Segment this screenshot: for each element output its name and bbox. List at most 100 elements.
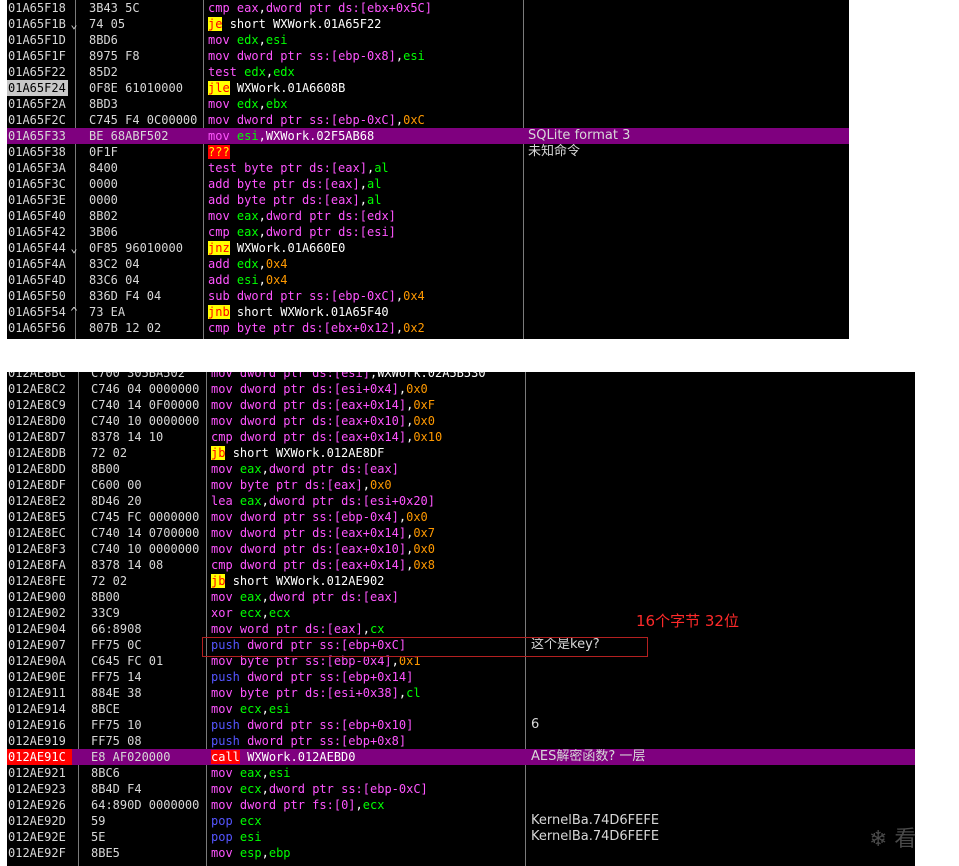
operand: ,	[359, 193, 367, 207]
disassembly-row[interactable]: 01A65F44 ⌄ 0F85 96010000 jnz WXWork.01A660E…	[7, 240, 849, 256]
disassembly-row[interactable]: 012AE8F3 C740 10 0000000 mov dword ptr ds:…	[7, 541, 915, 557]
mnemonic: call	[211, 750, 240, 764]
disassembly-row[interactable]: 01A65F56 807B 12 02 cmp byte ptr ds:[ebx+0…	[7, 320, 849, 336]
disassembly-row[interactable]: 01A65F3C 0000 add byte ptr ds:[eax],al	[7, 176, 849, 192]
disassembly-row[interactable]: 012AE900 8B00 mov eax,dword ptr ds:[eax]	[7, 589, 915, 605]
instruction-cell: je short WXWork.01A65F22	[208, 16, 524, 32]
disassembly-row[interactable]: 01A65F33 BE 68ABF502 mov esi,WXWork.02F5AB…	[7, 128, 849, 144]
jump-arrow-icon	[73, 685, 83, 701]
operand: dword ptr ds:[eax]	[268, 590, 399, 604]
disassembly-row[interactable]: 01A65F24 0F8E 61010000 jle WXWork.01A6608B	[7, 80, 849, 96]
disassembly-row[interactable]: 01A65F4D 83C6 04 add esi,0x4	[7, 272, 849, 288]
address-cell: 012AE902	[8, 606, 66, 620]
disassembly-row[interactable]: 012AE8FE 72 02 jb short WXWork.012AE902	[7, 573, 915, 589]
disassembly-row[interactable]: 012AE8E5 C745 FC 0000000 mov dword ptr ss:…	[7, 509, 915, 525]
disassembly-row[interactable]: 01A65F50 836D F4 04 sub dword ptr ss:[ebp-…	[7, 288, 849, 304]
comment-cell	[531, 797, 911, 813]
disassembly-row[interactable]: 012AE916 FF75 10 push dword ptr ss:[ebp+0x…	[7, 717, 915, 733]
disassembly-row[interactable]: 012AE923 8B4D F4 mov ecx,dword ptr ss:[ebp…	[7, 781, 915, 797]
jump-arrow-icon	[73, 701, 83, 717]
bytes-cell: FF75 08	[91, 734, 142, 748]
disassembly-row[interactable]: 012AE8BC C700 305BA502 mov dword ptr ds:[e…	[7, 372, 915, 381]
disassembly-row[interactable]: 012AE911 884E 38 mov byte ptr ds:[esi+0x38…	[7, 685, 915, 701]
disassembly-row[interactable]: 01A65F22 85D2 test edx,edx	[7, 64, 849, 80]
disassembly-row[interactable]: 012AE8FA 8378 14 08 cmp dword ptr ds:[eax+…	[7, 557, 915, 573]
bytes-cell: FF75 0C	[91, 638, 142, 652]
disassembly-row[interactable]: 01A65F42 3B06 cmp eax,dword ptr ds:[esi]	[7, 224, 849, 240]
disassembly-row[interactable]: 01A65F18 3B43 5C cmp eax,dword ptr ds:[ebx…	[7, 0, 849, 16]
operand: short WXWork.012AE8DF	[232, 446, 385, 460]
comment-cell	[528, 32, 848, 48]
instruction-cell: jle WXWork.01A6608B	[208, 80, 524, 96]
bytes-cell: 8B00	[91, 462, 120, 476]
disassembly-row[interactable]: 012AE8DF C600 00 mov byte ptr ds:[eax],0x0	[7, 477, 915, 493]
disassembly-row[interactable]: 012AE8C9 C740 14 0F00000 mov dword ptr ds:…	[7, 397, 915, 413]
disassembly-row[interactable]: 012AE919 FF75 08 push dword ptr ss:[ebp+0x…	[7, 733, 915, 749]
disassembly-row[interactable]: 012AE921 8BC6 mov eax,esi	[7, 765, 915, 781]
disassembly-row[interactable]: 01A65F54 ^ 73 EA jnb short WXWork.01A65F40	[7, 304, 849, 320]
address-cell: 01A65F42	[8, 225, 66, 239]
jump-arrow-icon	[73, 765, 83, 781]
operand: ,	[362, 622, 370, 636]
comment-cell	[531, 685, 911, 701]
operand: edx	[273, 65, 295, 79]
instruction-cell: test byte ptr ds:[eax],al	[208, 160, 524, 176]
operand: edx	[236, 257, 259, 271]
disassembly-row[interactable]: 01A65F4A 83C2 04 add edx,0x4	[7, 256, 849, 272]
disassembly-row[interactable]: 01A65F40 8B02 mov eax,dword ptr ds:[edx]	[7, 208, 849, 224]
mnemonic: mov	[211, 382, 233, 396]
disassembly-pane-top[interactable]: 01A65F18 3B43 5C cmp eax,dword ptr ds:[ebx…	[7, 0, 849, 339]
disassembly-row[interactable]: 012AE92F 8BE5 mov esp,ebp	[7, 845, 915, 861]
operand: dword ptr ds:[ebx+0x5C]	[265, 1, 433, 15]
disassembly-row[interactable]: 012AE8EC C740 14 0700000 mov dword ptr ds:…	[7, 525, 915, 541]
disassembly-row[interactable]: 012AE8DD 8B00 mov eax,dword ptr ds:[eax]	[7, 461, 915, 477]
disassembly-row[interactable]: 01A65F38 0F1F??? 未知命令	[7, 144, 849, 160]
jump-arrow-icon: ⌄	[70, 241, 78, 255]
operand: dword ptr ds:[esi]	[239, 372, 370, 380]
jump-arrow-icon	[69, 32, 79, 48]
disassembly-row[interactable]: 01A65F1B ⌄ 74 05 je short WXWork.01A65F22	[7, 16, 849, 32]
disassembly-row[interactable]: 012AE914 8BCE mov ecx,esi	[7, 701, 915, 717]
instruction-cell: add esi,0x4	[208, 272, 524, 288]
disassembly-row[interactable]: 012AE902 33C9 xor ecx,ecx	[7, 605, 915, 621]
disassembly-row[interactable]: 01A65F3A 8400 test byte ptr ds:[eax],al	[7, 160, 849, 176]
address-cell: 012AE904	[8, 622, 66, 636]
disassembly-row[interactable]: 01A65F3E 0000 add byte ptr ds:[eax],al	[7, 192, 849, 208]
disassembly-row[interactable]: 012AE8D0 C740 10 0000000 mov dword ptr ds:…	[7, 413, 915, 429]
disassembly-row[interactable]: 012AE8E2 8D46 20 lea eax,dword ptr ds:[esi…	[7, 493, 915, 509]
disassembly-row[interactable]: 01A65F1D 8BD6 mov edx,esi	[7, 32, 849, 48]
address-cell: 012AE90A	[8, 654, 66, 668]
bytes-cell: 85D2	[89, 65, 118, 79]
instruction-cell: push dword ptr ss:[ebp+0x10]	[211, 717, 527, 733]
jump-arrow-icon	[69, 272, 79, 288]
disassembly-row[interactable]: 012AE90E FF75 14 push dword ptr ss:[ebp+0x…	[7, 669, 915, 685]
mnemonic: push	[211, 734, 240, 748]
disassembly-row[interactable]: 012AE8D7 8378 14 10 cmp dword ptr ds:[eax+…	[7, 429, 915, 445]
disassembly-row[interactable]: 01A65F2A 8BD3 mov edx,ebx	[7, 96, 849, 112]
disassembly-row[interactable]: 012AE926 64:890D 0000000 mov dword ptr fs:…	[7, 797, 915, 813]
disassembly-row[interactable]: 012AE904 66:8908 mov word ptr ds:[eax],cx	[7, 621, 915, 637]
disassembly-row[interactable]: 01A65F2C C745 F4 0C00000 mov dword ptr ss:…	[7, 112, 849, 128]
operand: ,WXWork.02A5B530	[369, 372, 486, 380]
disassembly-row[interactable]: 012AE92E 5E pop esi KernelBa.74D6FEFE	[7, 829, 915, 845]
bytes-cell: 807B 12 02	[89, 321, 162, 335]
mnemonic: mov	[211, 398, 233, 412]
disassembly-row[interactable]: 012AE8C2 C746 04 0000000 mov dword ptr ds:…	[7, 381, 915, 397]
comment-cell	[528, 304, 848, 320]
disassembly-row[interactable]: 01A65F1F 8975 F8 mov dword ptr ss:[ebp-0x8…	[7, 48, 849, 64]
disassembly-pane-bottom[interactable]: 012AE8BC C700 305BA502 mov dword ptr ds:[e…	[7, 372, 915, 866]
operand: al	[374, 161, 389, 175]
operand: 0x7	[413, 526, 436, 540]
disassembly-row[interactable]: 012AE92D 59 pop ecx KernelBa.74D6FEFE	[7, 813, 915, 829]
mnemonic: add	[208, 193, 230, 207]
bytes-cell: 0F85 96010000	[89, 241, 183, 255]
address-cell: 012AE8FE	[8, 574, 66, 588]
comment-cell	[528, 208, 848, 224]
operand: ,	[261, 494, 269, 508]
disassembly-row[interactable]: 012AE91C E8 AF020000 call WXWork.012AEBD0 A…	[7, 749, 915, 765]
disassembly-row[interactable]: 012AE8DB 72 02 jb short WXWork.012AE8DF	[7, 445, 915, 461]
operand: esi	[268, 702, 291, 716]
operand: ,	[265, 65, 274, 79]
mnemonic: mov	[211, 846, 233, 860]
comment-cell	[531, 525, 911, 541]
